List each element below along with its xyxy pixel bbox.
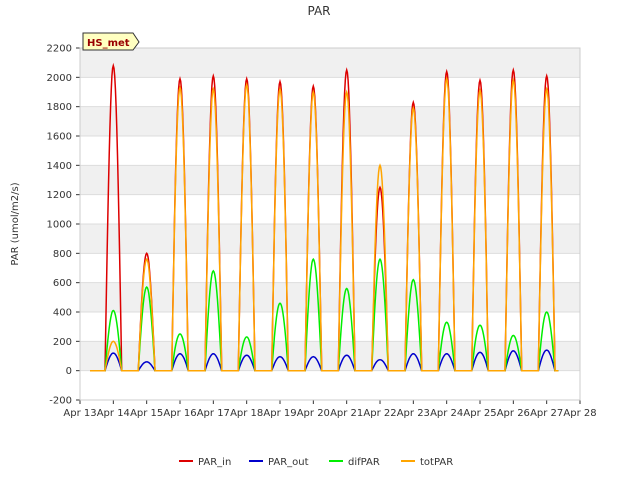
badge-label: HS_met [87,38,130,49]
y-tick-label: 200 [53,337,72,348]
x-axis-ticks: Apr 13 Apr 14 Apr 15 Apr 16 Apr 17 Apr 18 Apr … [63,400,597,419]
y-tick-label: 800 [53,249,72,260]
x-tick-label: Apr 13 [63,408,96,419]
chart-svg: -200 0 200 400 600 800 1000 1200 1400 1600 1800 200… [10,4,597,468]
y-tick-label: 2000 [47,73,72,84]
grid-band [80,224,580,254]
x-tick-label: Apr 27 [530,408,563,419]
legend-label: PAR_out [268,457,309,468]
grid-band [80,48,580,78]
x-tick-label: Apr 24 [430,408,463,419]
hs-met-badge: HS_met [82,32,140,51]
y-tick-label: 600 [53,278,72,289]
x-tick-label: Apr 21 [330,408,363,419]
x-tick-label: Apr 14 [97,408,130,419]
x-tick-label: Apr 18 [230,408,263,419]
grid-band [80,165,580,195]
y-tick-label: 1600 [47,132,72,143]
y-tick-label: 1200 [47,190,72,201]
x-tick-label: Apr 23 [397,408,430,419]
x-tick-label: Apr 22 [363,408,396,419]
y-axis-ticks: -200 0 200 400 600 800 1000 1200 1400 1600 1800 200… [47,44,80,407]
grid-band [80,106,580,136]
x-tick-label: Apr 25 [463,408,496,419]
legend-label: difPAR [348,457,380,468]
x-tick-label: Apr 26 [497,408,530,419]
y-tick-label: 0 [66,366,72,377]
grid-band [80,282,580,312]
y-tick-label: 1800 [47,102,72,113]
x-tick-label: Apr 17 [197,408,230,419]
y-tick-label: -200 [49,396,72,407]
x-tick-label: Apr 19 [263,408,296,419]
x-tick-label: Apr 16 [163,408,196,419]
y-tick-label: 1400 [47,161,72,172]
legend: PAR_in PAR_out difPAR totPAR [179,457,453,468]
y-tick-label: 2200 [47,44,72,55]
legend-label: PAR_in [198,457,231,468]
chart-title: PAR [307,4,330,18]
y-axis-label: PAR (umol/m2/s) [10,182,21,265]
x-tick-label: Apr 28 [563,408,596,419]
legend-label: totPAR [420,457,453,468]
y-tick-label: 1000 [47,220,72,231]
x-tick-label: Apr 20 [297,408,330,419]
y-tick-label: 400 [53,308,72,319]
chart: -200 0 200 400 600 800 1000 1200 1400 1600 1800 200… [0,0,640,480]
x-tick-label: Apr 15 [130,408,163,419]
